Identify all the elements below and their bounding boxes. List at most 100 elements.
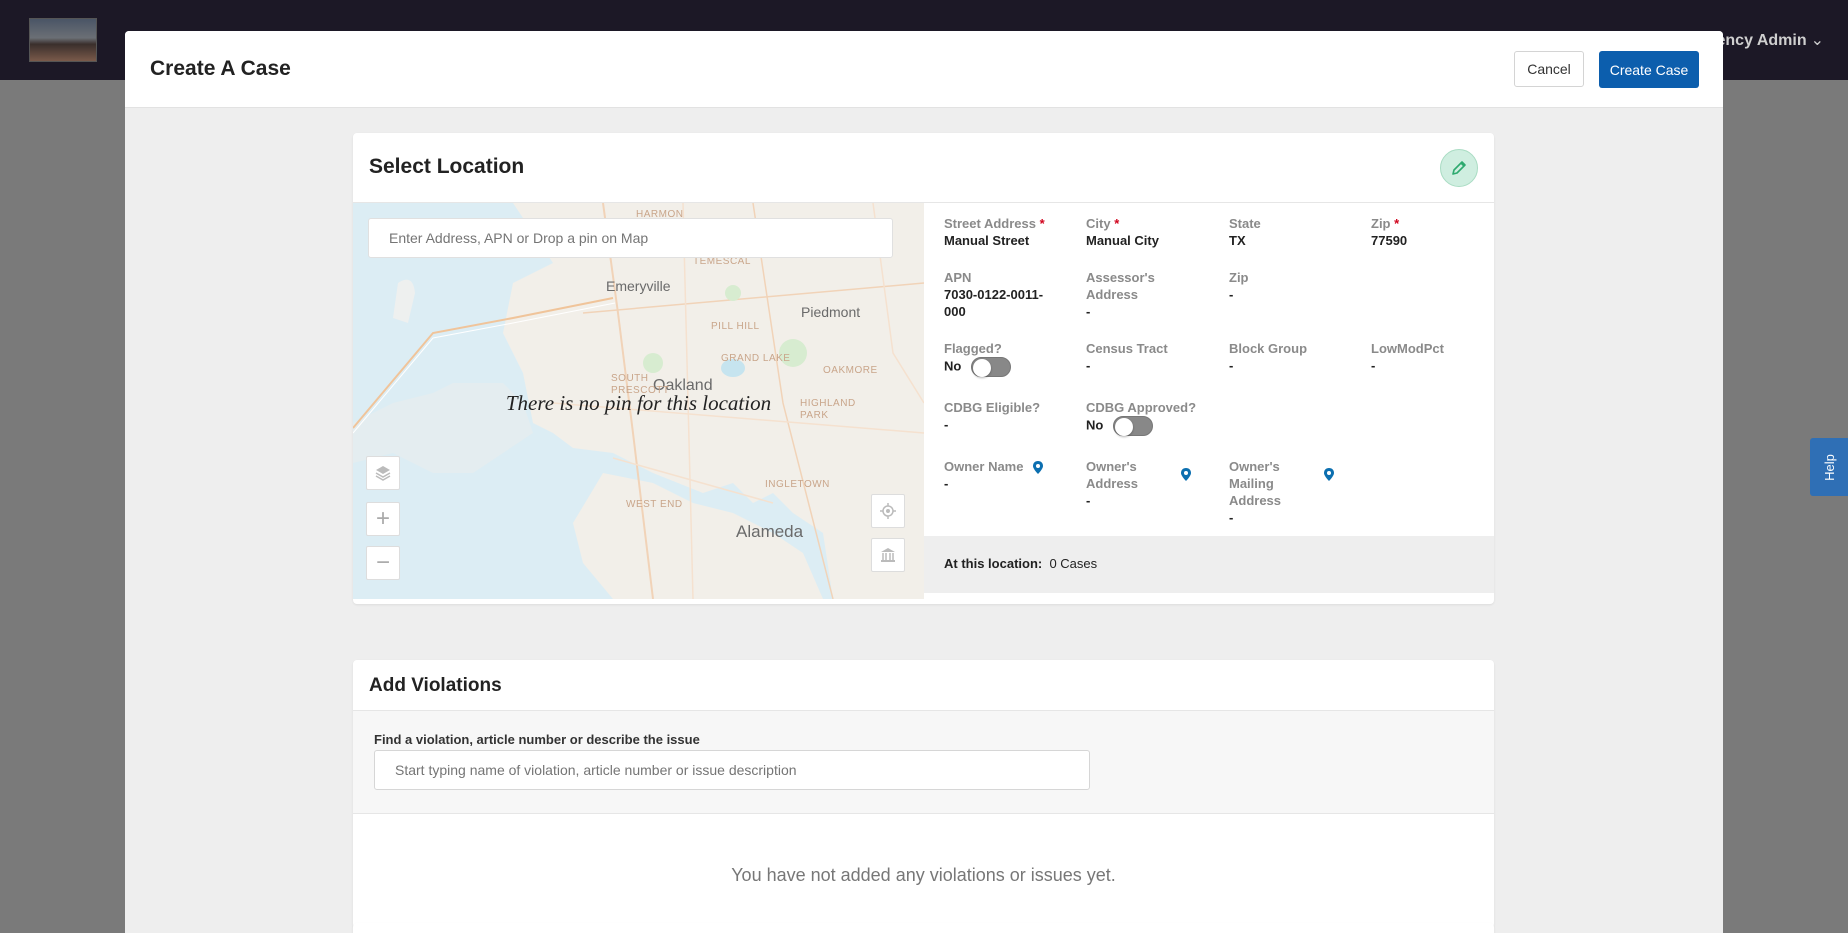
select-location-title: Select Location	[369, 155, 525, 178]
owner-name-label: Owner Name	[944, 459, 1024, 474]
cdbg-approved-value: No	[1086, 417, 1104, 433]
street-address-value: Manual Street	[944, 233, 1030, 248]
street-address-label: Street Address	[944, 216, 1036, 231]
state-label: State	[1229, 216, 1261, 231]
map-label-grand-lake: GRAND LAKE	[721, 353, 791, 364]
select-location-card: Select Location Emeryville Piedmont Oakl…	[353, 133, 1494, 604]
owners-mailing-label-line-2: Mailing	[1229, 476, 1274, 491]
at-location-value[interactable]: 0 Cases	[1049, 556, 1097, 571]
city-label: City	[1086, 216, 1111, 231]
help-tab[interactable]: Help	[1810, 438, 1848, 496]
lowmodpct-label: LowModPct	[1371, 341, 1444, 356]
flagged-field: Flagged? No	[944, 340, 1012, 377]
owner-name-field: Owner Name -	[944, 458, 1044, 492]
no-pin-message: There is no pin for this location	[505, 391, 772, 415]
apn-label: APN	[944, 270, 972, 285]
zip-secondary-value: -	[1229, 287, 1234, 302]
owners-mailing-label-line-1: Owner's	[1229, 459, 1280, 474]
layers-icon	[375, 466, 391, 481]
create-case-modal: Create A Case Cancel Create Case Select …	[125, 31, 1723, 933]
edit-location-button[interactable]	[1440, 149, 1478, 187]
location-details: Street Address * Manual Street City * Ma…	[924, 203, 1494, 538]
zip-value: 77590	[1371, 233, 1408, 248]
violations-empty-message: You have not added any violations or iss…	[731, 865, 1116, 885]
map-label-piedmont: Piedmont	[801, 304, 861, 320]
cdbg-approved-label: CDBG Approved?	[1086, 400, 1197, 415]
owners-mailing-address-field: Owner's Mailing Address -	[1229, 458, 1334, 526]
lowmodpct-field: LowModPct -	[1371, 340, 1444, 374]
state-field: State TX	[1229, 215, 1261, 249]
add-violations-card: Add Violations Find a violation, article…	[353, 660, 1494, 928]
map-search-input[interactable]	[368, 218, 893, 258]
owners-address-label-line-1: Owner's	[1086, 459, 1137, 474]
violation-search-section: Find a violation, article number or desc…	[353, 711, 1494, 814]
assessor-address-label-line-1: Assessor's	[1086, 270, 1155, 285]
zip-field: Zip * 77590	[1371, 215, 1407, 249]
violation-search-input[interactable]	[374, 750, 1090, 790]
cdbg-eligible-label: CDBG Eligible?	[944, 400, 1041, 415]
zoom-out-button[interactable]: −	[366, 546, 400, 580]
map-label-alameda: Alameda	[736, 522, 804, 541]
parcel-layer-button[interactable]	[871, 538, 905, 572]
map-label-emeryville: Emeryville	[606, 278, 671, 294]
add-violations-header: Add Violations	[353, 660, 1494, 711]
my-location-button[interactable]	[871, 494, 905, 528]
owners-address-field: Owner's Address -	[1086, 458, 1191, 509]
owners-mailing-label-line-3: Address	[1229, 493, 1282, 508]
flagged-value: No	[944, 358, 962, 374]
street-address-field: Street Address * Manual Street	[944, 215, 1045, 249]
apn-value-line-2: 000	[944, 304, 966, 319]
map-label-west-end: WEST END	[626, 499, 683, 510]
building-icon	[881, 548, 895, 562]
pencil-icon	[1452, 161, 1466, 175]
map-layers-button[interactable]	[366, 456, 400, 490]
cdbg-eligible-value: -	[944, 417, 949, 432]
state-value: TX	[1229, 233, 1246, 248]
app-logo[interactable]	[29, 18, 97, 62]
modal-title: Create A Case	[150, 57, 291, 80]
zoom-in-button[interactable]: +	[366, 502, 400, 536]
owners-address-value: -	[1086, 493, 1091, 508]
assessor-address-field: Assessor's Address -	[1086, 269, 1155, 320]
cdbg-approved-toggle[interactable]	[1113, 416, 1154, 436]
block-group-value: -	[1229, 358, 1234, 373]
assessor-address-label-line-2: Address	[1086, 287, 1139, 302]
select-location-header: Select Location	[353, 133, 1494, 203]
cdbg-eligible-field: CDBG Eligible? -	[944, 399, 1040, 433]
census-tract-field: Census Tract -	[1086, 340, 1168, 374]
owners-mailing-value: -	[1229, 510, 1234, 525]
zip-label: Zip	[1371, 216, 1391, 231]
user-menu[interactable]: ency Admin ⌄	[1717, 30, 1825, 50]
required-marker: *	[1114, 216, 1120, 231]
user-menu-label: ency Admin	[1716, 32, 1807, 49]
chevron-down-icon: ⌄	[1810, 32, 1824, 49]
location-map[interactable]: Emeryville Piedmont Oakland Alameda HARM…	[353, 203, 924, 599]
flagged-toggle[interactable]	[971, 357, 1012, 377]
block-group-field: Block Group -	[1229, 340, 1307, 374]
assessor-address-value: -	[1086, 304, 1091, 319]
at-location-summary: At this location: 0 Cases	[924, 536, 1494, 593]
zip-secondary-field: Zip -	[1229, 269, 1249, 303]
at-location-label: At this location:	[944, 556, 1043, 571]
cancel-button[interactable]: Cancel	[1514, 51, 1584, 87]
map-pin-icon[interactable]	[1033, 461, 1044, 475]
violation-search-label: Find a violation, article number or desc…	[374, 732, 700, 747]
apn-value-line-1: 7030-0122-0011-	[944, 287, 1044, 302]
census-tract-value: -	[1086, 358, 1091, 373]
lowmodpct-value: -	[1371, 358, 1376, 373]
map-pin-icon[interactable]	[1324, 468, 1334, 481]
owners-address-label-line-2: Address	[1086, 476, 1139, 491]
add-violations-title: Add Violations	[369, 675, 502, 696]
apn-field: APN 7030-0122-0011- 000	[944, 269, 1043, 320]
create-case-button[interactable]: Create Case	[1599, 51, 1699, 88]
minus-icon: −	[375, 549, 390, 576]
help-label: Help	[1821, 453, 1837, 481]
next-section-card	[353, 923, 1494, 933]
crosshair-icon	[880, 503, 896, 519]
modal-header: Create A Case Cancel Create Case	[125, 31, 1723, 108]
required-marker: *	[1394, 216, 1400, 231]
plus-icon: +	[375, 505, 390, 532]
map-pin-icon[interactable]	[1181, 468, 1191, 481]
census-tract-label: Census Tract	[1086, 341, 1168, 356]
zip-secondary-label: Zip	[1229, 270, 1249, 285]
